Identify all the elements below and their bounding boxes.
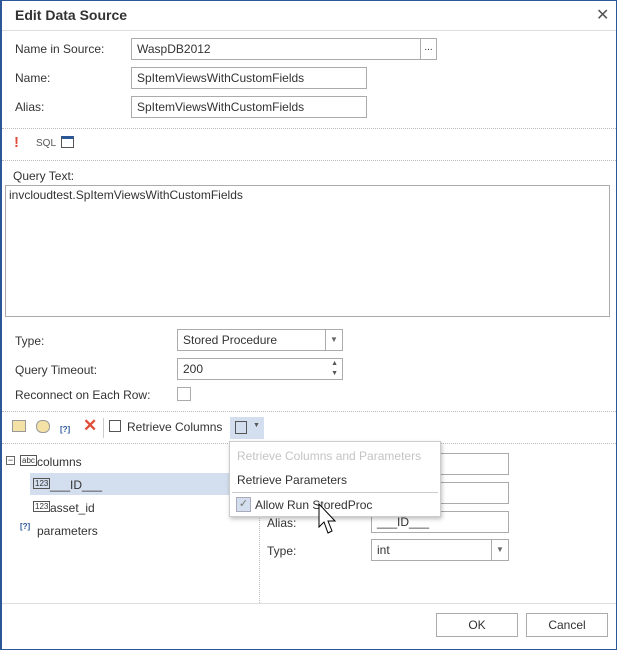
timeout-spinner[interactable]: 200 ▲ ▼ (177, 358, 343, 380)
divider (2, 411, 616, 412)
divider (2, 30, 616, 31)
tree-item-column[interactable]: ___ID___ (50, 478, 102, 492)
int-type-icon: 123 (33, 501, 51, 512)
reconnect-label: Reconnect on Each Row: (15, 388, 151, 402)
tree-item-column[interactable]: asset_id (50, 501, 95, 515)
ok-button[interactable]: OK (436, 613, 518, 637)
column-type-select[interactable]: int ▼ (371, 539, 509, 561)
type-label: Type: (15, 334, 45, 348)
collapse-icon[interactable]: − (6, 456, 15, 465)
query-text-label: Query Text: (13, 169, 75, 183)
column-alias-label: Alias: (267, 516, 297, 530)
name-label: Name: (15, 71, 51, 85)
tree-node-parameters[interactable]: parameters (37, 524, 98, 538)
divider (2, 160, 616, 161)
timeout-label: Query Timeout: (15, 363, 98, 377)
menu-item-allow-run-storedproc[interactable]: Allow Run StoredProc (255, 498, 372, 512)
alias-label: Alias: (15, 100, 45, 114)
retrieve-columns-icon (109, 420, 121, 432)
tree-node-columns[interactable]: columns (37, 455, 82, 469)
chevron-down-icon[interactable]: ▼ (491, 540, 508, 560)
table-add-icon (235, 421, 247, 434)
close-icon[interactable]: ✕ (596, 5, 609, 25)
toolbar-separator (103, 418, 104, 438)
browse-button[interactable]: ... (420, 38, 437, 60)
run-query-icon[interactable]: ! (14, 134, 19, 151)
chevron-down-icon: ▼ (253, 422, 260, 429)
new-parameter-icon[interactable]: [?] (60, 420, 74, 434)
type-value: Stored Procedure (183, 333, 278, 347)
menu-item-retrieve-parameters[interactable]: Retrieve Parameters (237, 473, 347, 487)
sql-button[interactable]: SQL (36, 138, 56, 149)
int-type-icon: 123 (33, 478, 51, 489)
name-input[interactable]: SpItemViewsWithCustomFields (131, 67, 367, 89)
new-column-icon[interactable] (12, 420, 26, 432)
chevron-down-icon[interactable]: ▼ (325, 330, 342, 350)
divider (2, 128, 616, 129)
reconnect-checkbox[interactable] (177, 387, 191, 401)
alias-input[interactable]: SpItemViewsWithCustomFields (131, 96, 367, 118)
menu-item-retrieve-columns-and-parameters[interactable]: Retrieve Columns and Parameters (237, 449, 421, 463)
string-type-icon: abc (20, 455, 37, 466)
dialog-title: Edit Data Source (15, 7, 128, 23)
column-type-label: Type: (267, 544, 297, 558)
divider (2, 603, 616, 604)
retrieve-columns-button[interactable]: Retrieve Columns (127, 420, 222, 434)
new-calculated-column-icon[interactable] (36, 420, 50, 433)
name-in-source-label: Name in Source: (15, 42, 105, 56)
parameters-icon: [?] (20, 522, 31, 531)
column-type-value: int (377, 543, 390, 557)
name-in-source-input[interactable]: WaspDB2012 (131, 38, 421, 60)
delete-icon[interactable]: ✕ (83, 416, 97, 436)
check-icon: ✓ (236, 497, 251, 512)
retrieve-dropdown-button[interactable]: ▼ (230, 417, 264, 439)
query-builder-icon[interactable] (61, 136, 74, 148)
cancel-button[interactable]: Cancel (526, 613, 608, 637)
timeout-value: 200 (183, 362, 204, 376)
spinner-arrows-icon[interactable]: ▲ ▼ (331, 359, 338, 379)
query-textarea[interactable]: invcloudtest.SpItemViewsWithCustomFields (5, 185, 610, 317)
type-select[interactable]: Stored Procedure ▼ (177, 329, 343, 351)
mouse-cursor-icon (318, 503, 337, 534)
menu-separator (232, 492, 438, 493)
